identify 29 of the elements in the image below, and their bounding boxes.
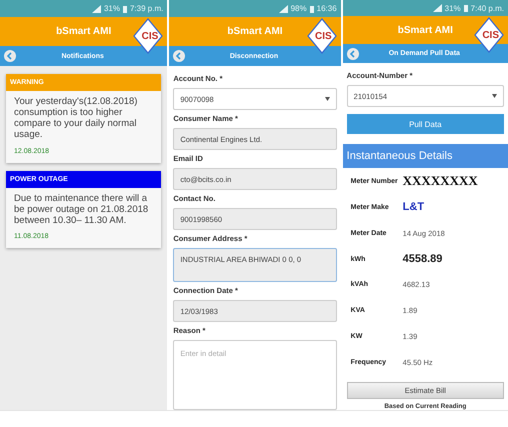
reading-value: L&T bbox=[402, 201, 424, 214]
back-icon[interactable] bbox=[346, 48, 359, 60]
battery-percent: 31% bbox=[104, 4, 120, 13]
status-time: 7:40 p.m. bbox=[470, 4, 504, 13]
app-title: bSmart AMI bbox=[398, 24, 453, 36]
back-icon[interactable] bbox=[4, 50, 16, 62]
battery-icon bbox=[122, 4, 127, 12]
caret-icon bbox=[492, 94, 497, 98]
reading-value: XXXXXXXX bbox=[402, 173, 478, 190]
status-time: 16:36 bbox=[316, 4, 337, 13]
caret-icon bbox=[324, 97, 330, 101]
section-header: Instantaneous Details bbox=[342, 144, 508, 168]
battery-percent: 31% bbox=[444, 4, 461, 13]
back-icon[interactable] bbox=[173, 50, 186, 62]
logo-text: CIS bbox=[482, 30, 499, 42]
battery-icon bbox=[464, 4, 468, 12]
signal-icon bbox=[432, 4, 442, 12]
signal-icon bbox=[278, 4, 288, 12]
signal-icon bbox=[92, 4, 101, 12]
status-time: 7:39 p.m. bbox=[130, 4, 164, 13]
battery-icon bbox=[310, 4, 314, 12]
app-title: bSmart AMI bbox=[227, 26, 283, 37]
app-title: bSmart AMI bbox=[56, 26, 112, 37]
notification-message: Due to maintenance there will a be power outage on 21.08.2018 between 10.30– 11.30 AM. bbox=[13, 192, 150, 226]
reading-value: 4558.89 bbox=[402, 253, 442, 265]
logo-text: CIS bbox=[314, 31, 332, 42]
logo-text: CIS bbox=[142, 31, 158, 42]
notification-message: Your yesterday's(12.08.2018) consumption is too higher compare to your daily normal usage. bbox=[13, 95, 138, 141]
battery-percent: 98% bbox=[290, 4, 307, 13]
